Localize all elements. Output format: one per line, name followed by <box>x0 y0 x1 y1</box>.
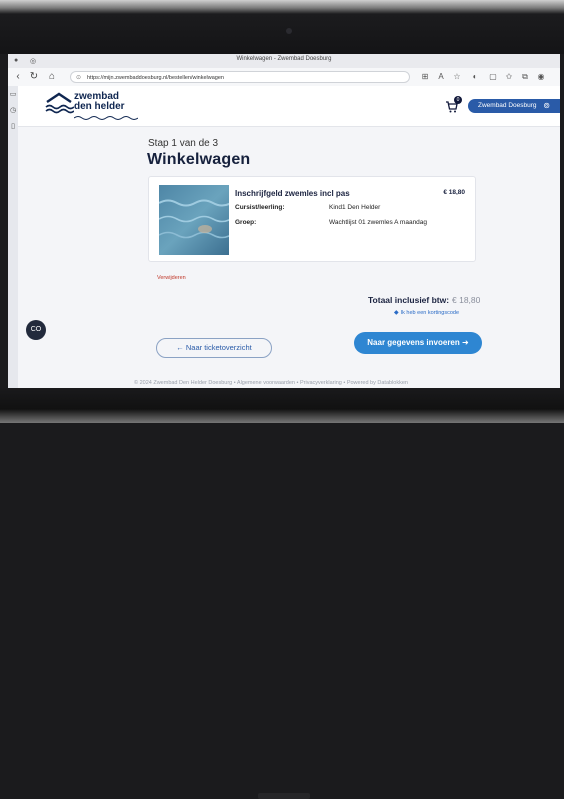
browser-titlebar: ● ◎ Winkelwagen - Zwembad Doesburg <box>8 54 560 68</box>
laptop-bezel-bottom <box>0 388 564 799</box>
laptop-bezel-top <box>0 0 564 54</box>
logo-text: zwembad den helder <box>74 92 125 112</box>
favorites-icon[interactable]: ✩ <box>504 72 514 82</box>
user-menu-button[interactable]: Zwembad Doesburg ⊚ <box>468 99 560 113</box>
webcam <box>286 28 292 34</box>
cart-badge: 0 <box>454 96 462 104</box>
site-logo[interactable]: zwembad den helder <box>44 90 138 122</box>
refresh-icon[interactable]: ◐ <box>470 72 480 82</box>
remove-item-link[interactable]: Verwijderen <box>157 275 186 281</box>
product-price: € 18,80 <box>443 189 465 196</box>
pool-logo-icon <box>45 92 75 114</box>
back-button-label: Naar ticketoverzicht <box>185 343 252 352</box>
screen: ● ◎ Winkelwagen - Zwembad Doesburg ‹ ↻ ⌂… <box>8 54 560 388</box>
arrow-right-icon: ➜ <box>459 338 469 347</box>
logo-waves-icon <box>74 116 138 120</box>
home-icon[interactable]: ⌂ <box>46 71 58 83</box>
collections-icon[interactable]: ⧉ <box>520 72 530 82</box>
star-icon[interactable]: ☆ <box>452 72 462 82</box>
arrow-left-icon: ← <box>176 343 186 352</box>
arrow-left-icon[interactable]: ‹ <box>12 71 24 83</box>
user-circle-icon: ⊚ <box>543 101 550 110</box>
address-bar[interactable]: ⊙ https://mijn.zwembaddoesburg.nl/bestel… <box>70 71 410 83</box>
product-image <box>159 185 229 255</box>
detail-value-student: Kind1 Den Helder <box>329 204 381 211</box>
browser-side-rail: ▭ ◷ ▯ <box>8 86 18 388</box>
user-menu-label: Zwembad Doesburg <box>478 102 537 109</box>
history-icon[interactable]: ◷ <box>9 106 17 114</box>
laptop-brand-plate <box>258 793 310 799</box>
tag-icon: ◆ <box>394 310 399 316</box>
site-header: zwembad den helder 0 Zwembad Doesburg ⊚ <box>18 86 560 127</box>
detail-label-group: Groep: <box>235 219 257 226</box>
total-label: Totaal inclusief btw: <box>368 295 450 305</box>
discount-code-label: Ik heb een kortingscode <box>400 310 460 316</box>
lock-icon: ⊙ <box>76 75 82 81</box>
detail-value-group: Wachtlijst 01 zwemles A maandag <box>329 219 428 226</box>
product-name: Inschrijfgeld zwemles incl pas <box>235 189 350 198</box>
site-footer: © 2024 Zwembad Den Helder Doesburg • Alg… <box>134 380 408 386</box>
back-to-tickets-button[interactable]: ← Naar ticketoverzicht <box>156 338 272 358</box>
page-title: Winkelwagen <box>147 151 251 168</box>
profile-icon[interactable]: ◉ <box>536 72 546 82</box>
checkout-step: Stap 1 van de 3 <box>148 138 219 149</box>
read-aloud-icon[interactable]: A <box>436 72 446 82</box>
cart-button[interactable]: 0 <box>446 96 462 113</box>
discount-code-link[interactable]: ◆ Ik heb een kortingscode <box>394 309 459 316</box>
bookmark-icon[interactable]: ▯ <box>9 122 17 130</box>
total-amount: € 18,80 <box>452 295 481 305</box>
cart-item-card: Inschrijfgeld zwemles incl pas € 18,80 C… <box>148 176 476 262</box>
browser-toolbar: ‹ ↻ ⌂ ⊙ https://mijn.zwembaddoesburg.nl/… <box>8 68 560 87</box>
window-title: Winkelwagen - Zwembad Doesburg <box>236 56 332 62</box>
logo-line2: den helder <box>74 101 125 112</box>
detail-label-student: Cursist/leerling: <box>235 204 285 211</box>
address-url: https://mijn.zwembaddoesburg.nl/bestelle… <box>87 75 224 81</box>
reload-icon[interactable]: ↻ <box>28 71 40 83</box>
chat-button[interactable]: CO <box>26 320 46 340</box>
tabs-icon[interactable]: ▭ <box>9 90 17 98</box>
grid-icon[interactable]: ⊞ <box>420 72 430 82</box>
split-screen-icon[interactable]: ▢ <box>488 72 498 82</box>
continue-button[interactable]: Naar gegevens invoeren ➜ <box>354 332 482 354</box>
continue-button-label: Naar gegevens invoeren <box>367 338 460 347</box>
